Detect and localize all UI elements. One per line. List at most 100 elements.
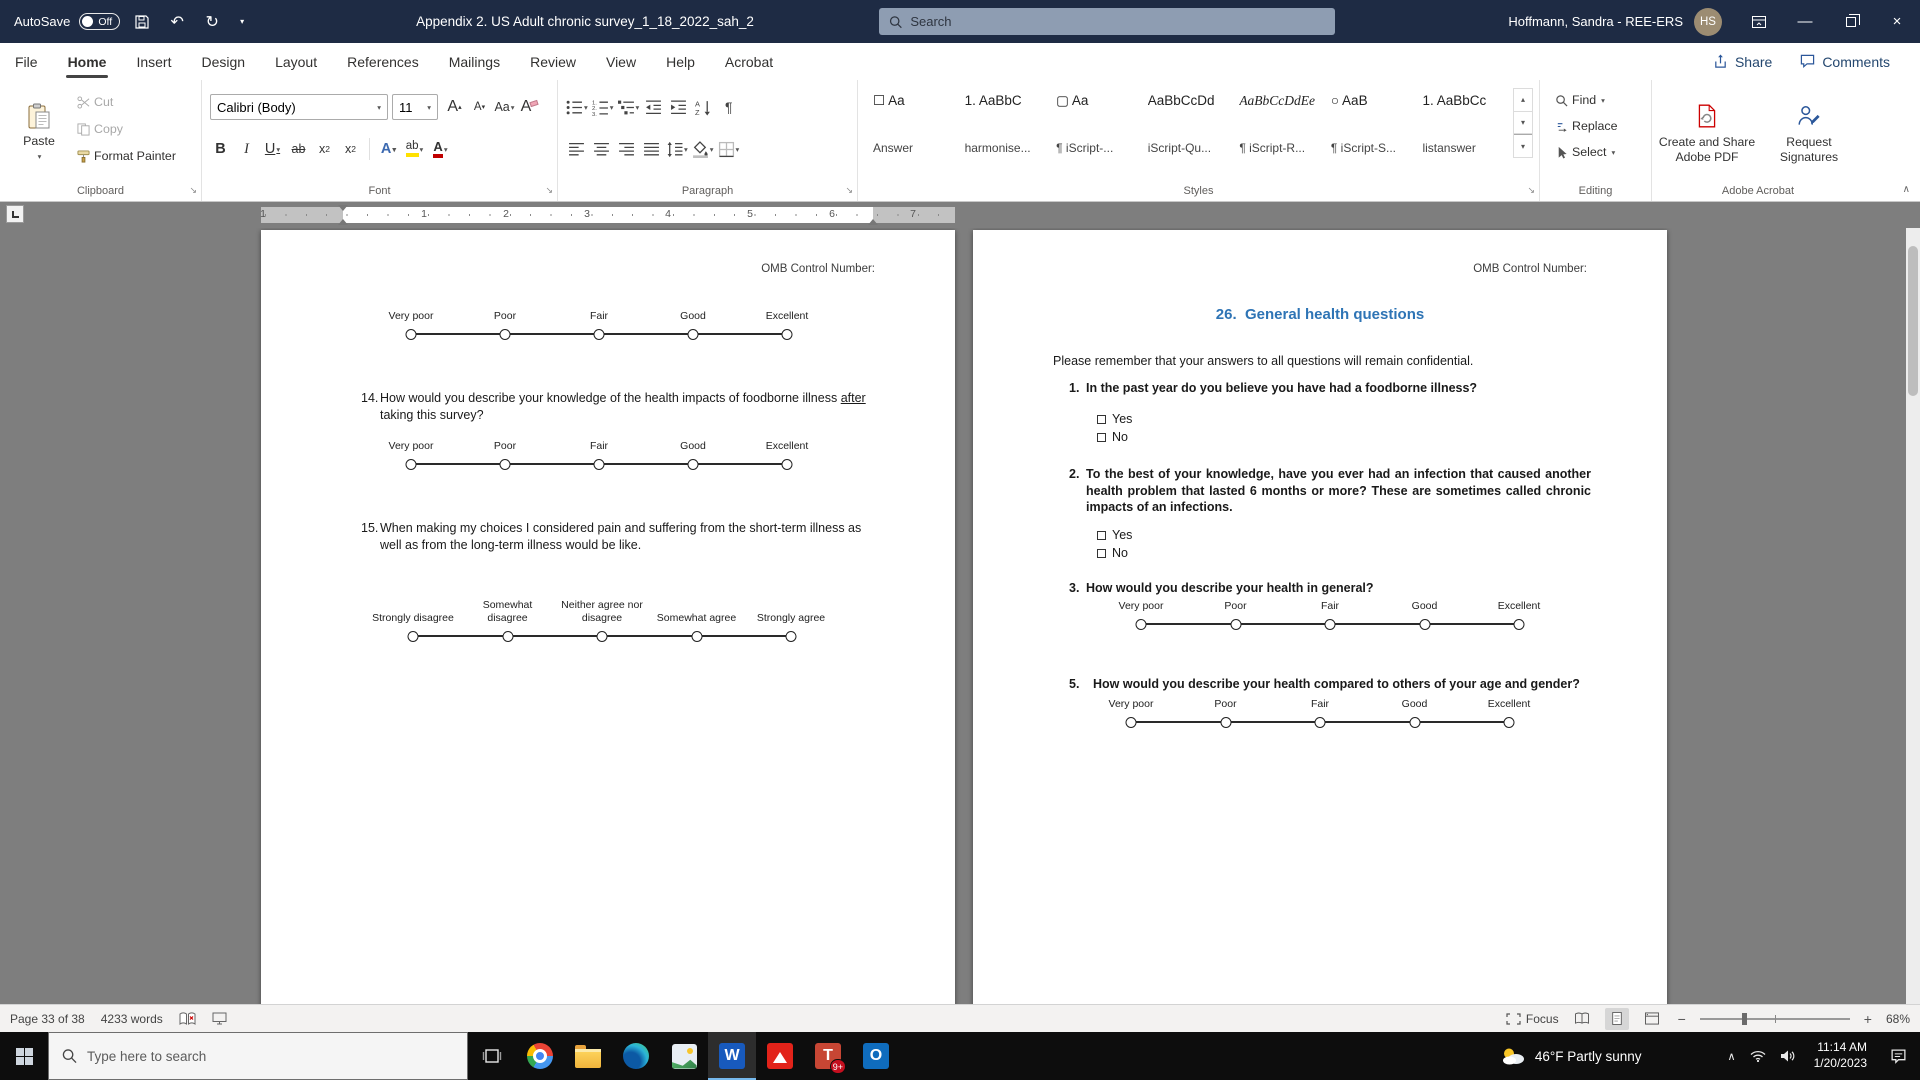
tab-review[interactable]: Review [515,43,591,80]
task-view-button[interactable] [468,1032,516,1080]
zoom-slider[interactable] [1700,1018,1850,1020]
print-layout-button[interactable] [1605,1008,1629,1030]
justify-button[interactable] [641,137,662,161]
weather-widget[interactable]: 46°F Partly sunny [1486,1046,1656,1066]
tab-help[interactable]: Help [651,43,710,80]
zoom-percentage[interactable]: 68% [1886,1012,1910,1026]
read-mode-button[interactable] [1570,1008,1594,1030]
acrobat-app-button[interactable] [756,1032,804,1080]
share-button[interactable]: Share [1703,50,1782,74]
paragraph-dialog-launcher-icon[interactable]: ↘ [845,185,853,196]
shading-button[interactable]: ▾ [692,137,714,161]
word-count-indicator[interactable]: 4233 words [101,1012,163,1026]
teams-app-button[interactable]: T 9+ [804,1032,852,1080]
tab-layout[interactable]: Layout [260,43,332,80]
style-item-answer[interactable]: ☐ Aa Answer [866,88,958,158]
style-item-listanswer[interactable]: 1. AaBbCc listanswer [1415,88,1507,158]
style-item-iscript-qu[interactable]: AaBbCcDd iScript-Qu... [1141,88,1233,158]
subscript-button[interactable]: x2 [314,137,335,161]
replace-button[interactable]: Replace [1550,116,1622,136]
right-indent-marker[interactable] [868,214,878,225]
cut-button[interactable]: Cut [72,92,181,112]
clock-widget[interactable]: 11:14 AM 1/20/2023 [1804,1040,1877,1071]
create-share-pdf-button[interactable]: Create and Share Adobe PDF [1658,88,1756,180]
request-signatures-button[interactable]: Request Signatures [1760,88,1858,180]
align-right-button[interactable] [616,137,637,161]
edge-app-button[interactable] [612,1032,660,1080]
display-settings-button[interactable] [212,1012,227,1025]
volume-icon[interactable] [1780,1049,1796,1063]
start-button[interactable] [0,1032,48,1080]
taskbar-search-box[interactable] [48,1032,468,1080]
tab-stop-selector[interactable] [6,205,24,223]
find-button[interactable]: Find▾ [1550,90,1622,110]
zoom-slider-thumb[interactable] [1742,1013,1747,1025]
autosave-toggle[interactable]: Off [79,13,120,30]
numbering-button[interactable]: 1.2.3.▾ [592,95,614,119]
format-painter-button[interactable]: Format Painter [72,146,181,166]
web-layout-button[interactable] [1640,1008,1664,1030]
style-item-iscript-1[interactable]: ▢ Aa ¶ iScript-... [1049,88,1141,158]
styles-more-icon[interactable]: ▾ [1514,134,1532,157]
redo-button[interactable]: ↻ [199,7,225,37]
font-dialog-launcher-icon[interactable]: ↘ [545,185,553,196]
word-app-button[interactable]: W [708,1032,756,1080]
style-item-iscript-r[interactable]: AaBbCcDdEe ¶ iScript-R... [1232,88,1324,158]
hanging-indent-marker[interactable] [338,214,348,225]
underline-button[interactable]: U▾ [262,137,283,161]
tab-design[interactable]: Design [186,43,260,80]
page-number-indicator[interactable]: Page 33 of 38 [10,1012,85,1026]
tray-expand-chevron-icon[interactable]: ∧ [1728,1050,1736,1063]
copy-button[interactable]: Copy [72,119,181,139]
align-left-button[interactable] [566,137,587,161]
styles-dialog-launcher-icon[interactable]: ↘ [1527,185,1535,196]
network-icon[interactable] [1750,1050,1766,1062]
line-spacing-button[interactable]: ▾ [666,137,688,161]
sort-button[interactable]: AZ [693,95,714,119]
collapse-ribbon-chevron-icon[interactable]: ∧ [1903,184,1910,195]
align-center-button[interactable] [591,137,612,161]
undo-button[interactable]: ↶ [164,7,190,37]
photos-app-button[interactable] [660,1032,708,1080]
font-color-button[interactable]: A▾ [430,137,451,161]
styles-scroll-down-icon[interactable]: ▾ [1514,112,1532,135]
tab-insert[interactable]: Insert [121,43,186,80]
show-formatting-marks-button[interactable]: ¶ [718,95,739,119]
document-canvas[interactable]: OMB Control Number: Very poor Poor Fair … [0,228,1920,1004]
multilevel-list-button[interactable]: ▾ [618,95,640,119]
clipboard-dialog-launcher-icon[interactable]: ↘ [189,185,197,196]
change-case-button[interactable]: Aa▾ [494,95,515,119]
avatar[interactable]: HS [1694,8,1722,36]
text-effects-button[interactable]: A▾ [378,137,399,161]
minimize-button[interactable]: — [1782,0,1828,43]
increase-indent-button[interactable] [668,95,689,119]
chrome-app-button[interactable] [516,1032,564,1080]
tab-references[interactable]: References [332,43,434,80]
close-button[interactable]: × [1874,0,1920,43]
styles-scroll-up-icon[interactable]: ▴ [1514,89,1532,112]
search-box[interactable] [879,8,1335,35]
zoom-out-button[interactable]: − [1675,1011,1689,1027]
save-button[interactable] [129,7,155,37]
italic-button[interactable]: I [236,137,257,161]
proofing-errors-button[interactable] [179,1012,196,1026]
style-item-iscript-s[interactable]: ○ AaB ¶ iScript-S... [1324,88,1416,158]
restore-button[interactable] [1828,0,1874,43]
clear-formatting-button[interactable]: A [519,95,540,119]
select-button[interactable]: Select▾ [1550,142,1622,162]
focus-mode-button[interactable]: Focus [1506,1012,1559,1026]
action-center-button[interactable] [1877,1032,1920,1080]
borders-button[interactable]: ▾ [718,137,740,161]
strikethrough-button[interactable]: ab [288,137,309,161]
shrink-font-button[interactable]: A▾ [469,95,490,119]
vertical-scrollbar[interactable] [1906,228,1920,1004]
tab-acrobat[interactable]: Acrobat [710,43,788,80]
comments-button[interactable]: Comments [1790,50,1900,74]
font-name-select[interactable]: Calibri (Body)▾ [210,94,388,120]
decrease-indent-button[interactable] [643,95,664,119]
style-item-harmonise[interactable]: 1. AaBbC harmonise... [958,88,1050,158]
bold-button[interactable]: B [210,137,231,161]
search-input[interactable] [910,14,1325,29]
outlook-app-button[interactable]: O [852,1032,900,1080]
tab-file[interactable]: File [0,43,53,80]
